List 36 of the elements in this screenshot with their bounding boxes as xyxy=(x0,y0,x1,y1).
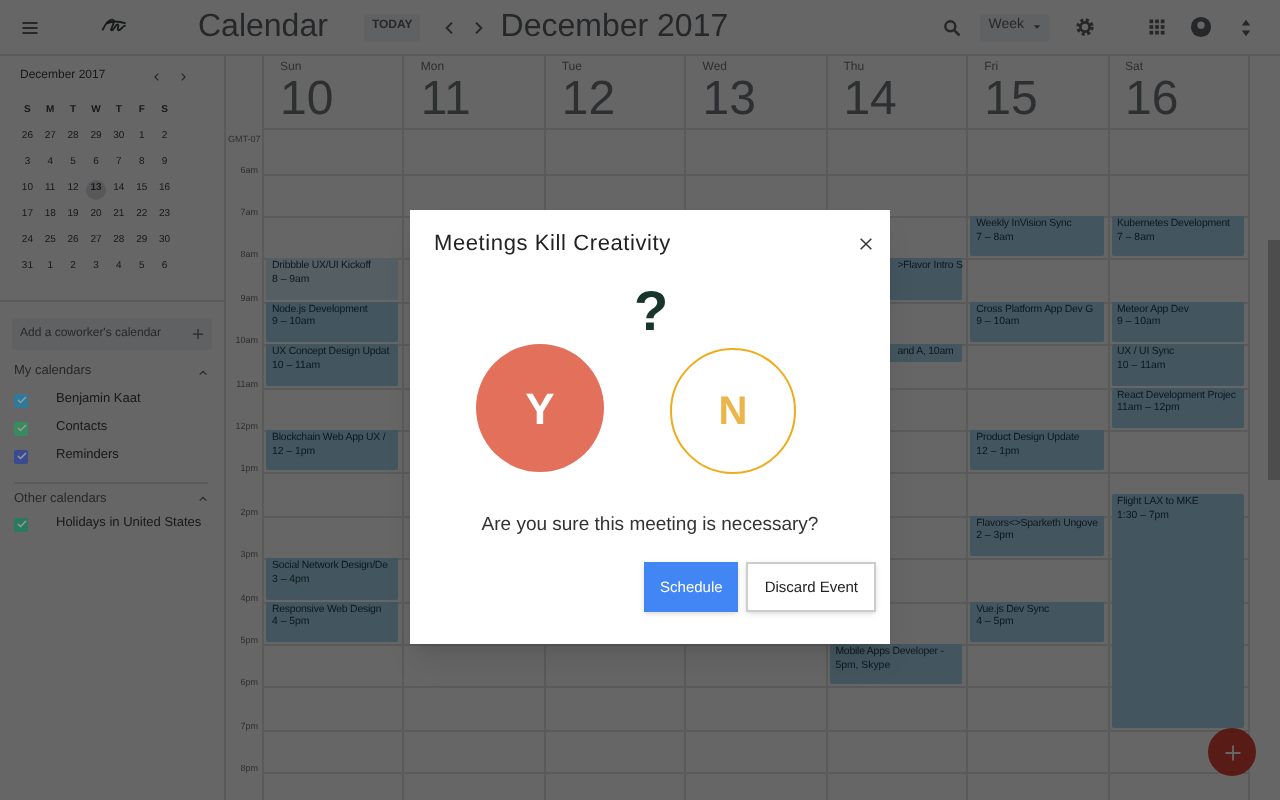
day-number: 13 xyxy=(702,76,756,124)
close-icon[interactable] xyxy=(858,236,874,252)
settings-icon[interactable] xyxy=(1074,16,1096,38)
calendar-checkbox[interactable] xyxy=(14,449,28,463)
plus-icon xyxy=(1223,743,1241,761)
calendar-checkbox[interactable] xyxy=(14,421,28,435)
question-mark: ? xyxy=(634,284,669,340)
chevron-up-icon[interactable] xyxy=(198,367,208,377)
calendar-checkbox[interactable] xyxy=(14,517,28,531)
caret-icon xyxy=(1032,22,1042,32)
search-icon[interactable] xyxy=(942,17,963,37)
app-title: Calendar xyxy=(198,7,328,47)
day-number: 14 xyxy=(843,76,897,124)
chevron-left-icon[interactable] xyxy=(152,71,162,81)
plus-icon xyxy=(192,328,204,340)
chevron-right-icon[interactable] xyxy=(178,71,188,81)
chevron-up-icon[interactable] xyxy=(198,494,208,504)
day-number: 11 xyxy=(420,76,471,124)
day-number: 12 xyxy=(561,76,616,124)
day-number: 16 xyxy=(1125,76,1179,124)
period-title: December 2017 xyxy=(500,7,729,47)
dialog-title: Meetings Kill Creativity xyxy=(434,229,671,260)
day-number: 15 xyxy=(984,76,1038,124)
dialog-message: Are you sure this meeting is necessary? xyxy=(481,512,819,540)
scrollbar-thumb[interactable] xyxy=(1268,240,1280,480)
no-button[interactable]: N xyxy=(670,348,796,474)
sort-arrows-icon[interactable] xyxy=(1236,17,1256,37)
chevron-left-icon[interactable] xyxy=(442,19,459,35)
apps-grid-icon[interactable] xyxy=(1148,18,1166,36)
chevron-right-icon[interactable] xyxy=(470,19,487,35)
menu-icon[interactable] xyxy=(20,17,40,37)
add-event-button[interactable] xyxy=(1208,728,1256,776)
day-number: 10 xyxy=(280,76,334,124)
account-icon[interactable] xyxy=(1190,16,1212,38)
calendar-checkbox[interactable] xyxy=(14,393,28,407)
yes-button[interactable]: Y xyxy=(476,344,604,472)
